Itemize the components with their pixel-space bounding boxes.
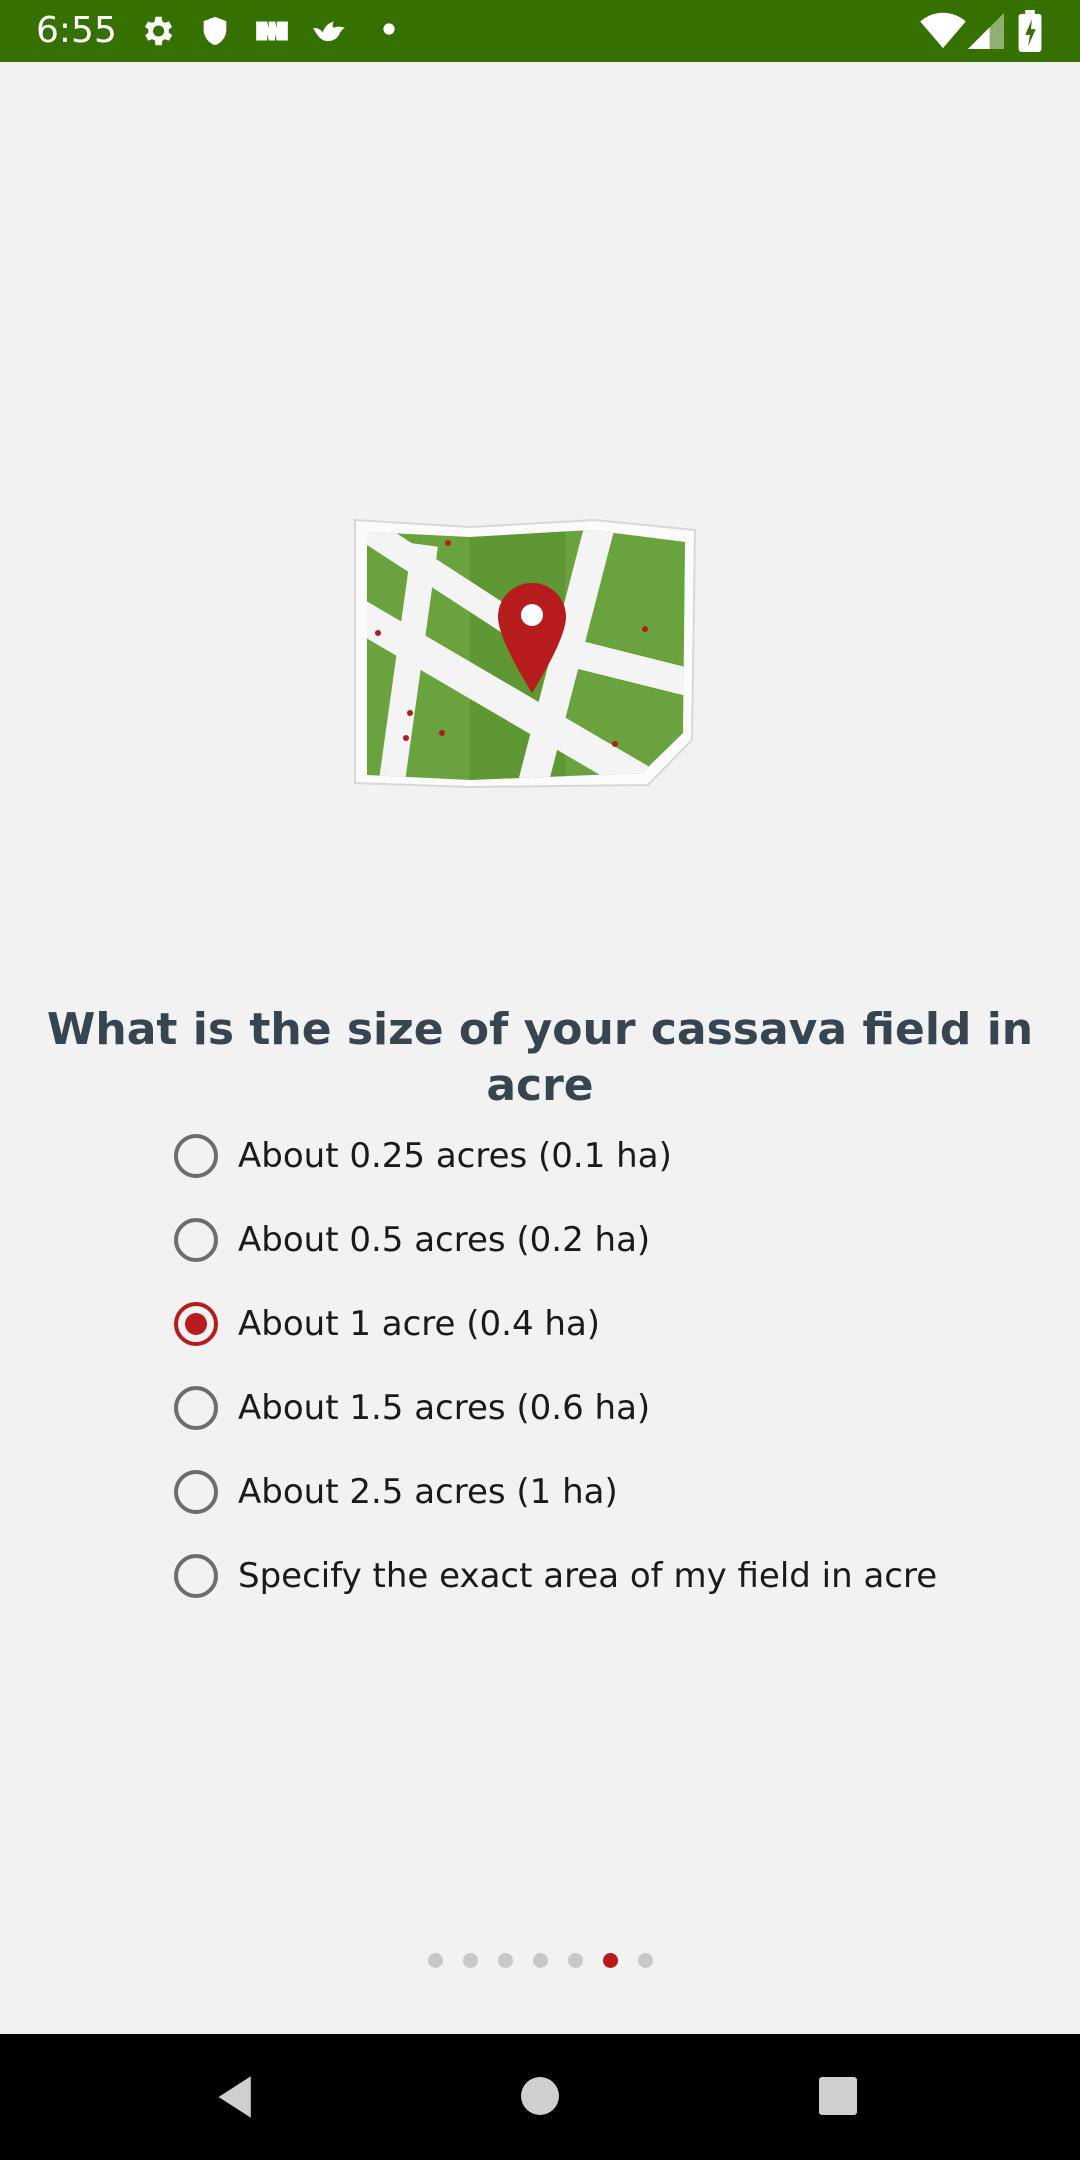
back-icon[interactable] <box>214 2074 260 2120</box>
page-dot <box>462 1953 478 1968</box>
radio-button[interactable] <box>174 1470 218 1514</box>
page-indicator <box>0 1953 1080 1968</box>
shield-icon <box>203 16 227 46</box>
radio-button-selected[interactable] <box>174 1302 218 1346</box>
option-label: About 1 acre (0.4 ha) <box>238 1304 601 1344</box>
option-label: About 2.5 acres (1 ha) <box>238 1472 618 1512</box>
option-1-5-acres[interactable]: About 1.5 acres (0.6 ha) <box>174 1366 937 1450</box>
page-dot <box>532 1953 548 1968</box>
option-0-25-acres[interactable]: About 0.25 acres (0.1 ha) <box>174 1114 937 1198</box>
option-label: About 1.5 acres (0.6 ha) <box>238 1388 651 1428</box>
radio-button[interactable] <box>174 1386 218 1430</box>
status-bar: 6:55 <box>0 0 1080 62</box>
option-1-acre[interactable]: About 1 acre (0.4 ha) <box>174 1282 937 1366</box>
option-label: About 0.5 acres (0.2 ha) <box>238 1220 651 1260</box>
page-dot <box>567 1953 583 1968</box>
dot-icon <box>383 23 395 35</box>
option-label: About 0.25 acres (0.1 ha) <box>238 1136 672 1176</box>
page-dot-active <box>602 1953 618 1968</box>
page-dot <box>637 1953 653 1968</box>
radio-button[interactable] <box>174 1218 218 1262</box>
page-dot <box>497 1953 513 1968</box>
recents-icon[interactable] <box>818 2076 858 2116</box>
cell-signal-icon <box>968 13 1004 49</box>
option-2-5-acres[interactable]: About 2.5 acres (1 ha) <box>174 1450 937 1534</box>
status-time: 6:55 <box>36 10 117 51</box>
page-dot <box>427 1953 443 1968</box>
field-size-options: About 0.25 acres (0.1 ha) About 0.5 acre… <box>174 1114 937 1618</box>
home-icon[interactable] <box>520 2076 560 2116</box>
wifi-icon <box>920 12 966 49</box>
option-exact-area[interactable]: Specify the exact area of my field in ac… <box>174 1534 937 1618</box>
radio-button[interactable] <box>174 1134 218 1178</box>
gear-icon <box>144 16 173 46</box>
radio-button[interactable] <box>174 1554 218 1598</box>
option-0-5-acres[interactable]: About 0.5 acres (0.2 ha) <box>174 1198 937 1282</box>
battery-charging-icon <box>1018 10 1042 52</box>
question-title: What is the size of your cassava field i… <box>46 1004 1034 1111</box>
option-label: Specify the exact area of my field in ac… <box>238 1556 938 1596</box>
bird-icon <box>313 21 345 42</box>
map-illustration <box>354 518 697 789</box>
app-notification-icon <box>256 21 288 41</box>
navigation-bar <box>0 2034 1080 2160</box>
